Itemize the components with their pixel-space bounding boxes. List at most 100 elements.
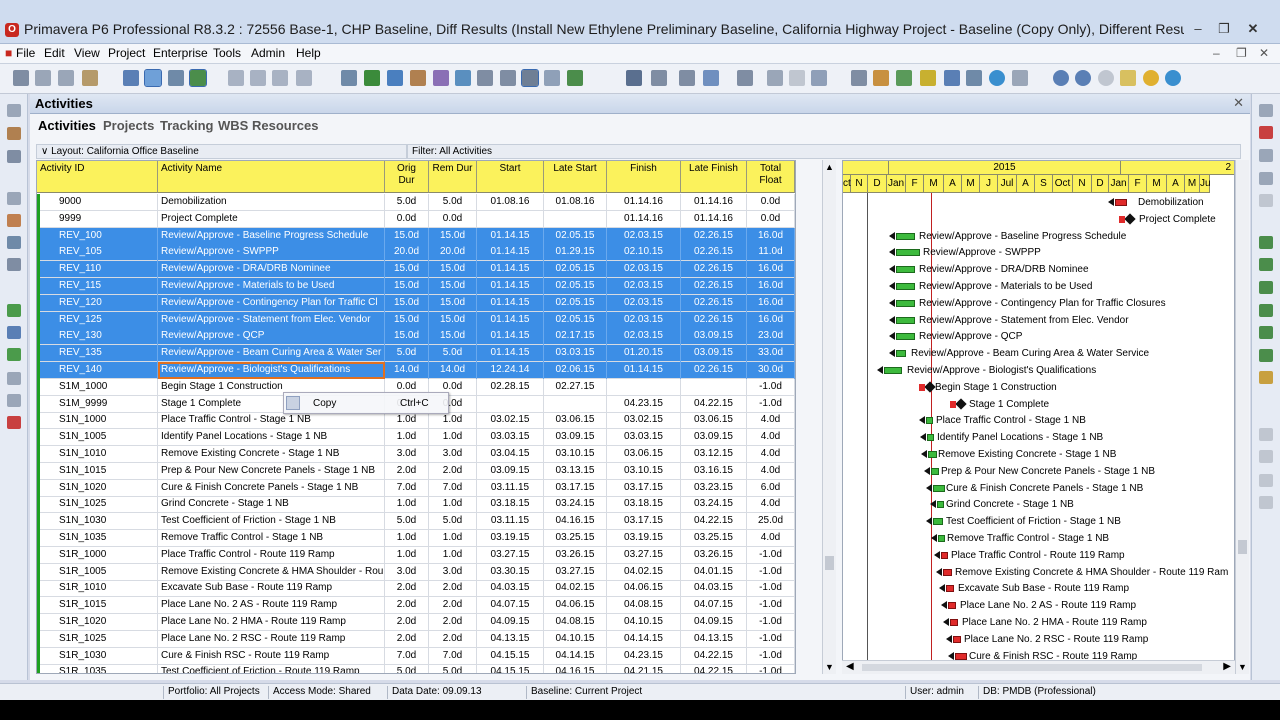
- filter-icon[interactable]: [703, 70, 719, 86]
- gantt-bar[interactable]: [1115, 199, 1127, 206]
- cell-activity-name[interactable]: Place Lane No. 2 HMA - Route 119 Ramp: [158, 614, 385, 631]
- cell-finish[interactable]: 01.20.15: [607, 345, 681, 363]
- cell-late-finish[interactable]: 03.24.15: [681, 496, 747, 514]
- cell-start[interactable]: 03.30.15: [477, 563, 544, 581]
- cell-activity-name[interactable]: Test Coefficient of Friction - Route 119…: [158, 664, 385, 673]
- scroll-thumb[interactable]: [825, 556, 834, 570]
- menu-enterprise[interactable]: Enterprise: [153, 46, 208, 60]
- cell-late-finish[interactable]: 03.12.15: [681, 446, 747, 463]
- table-row[interactable]: S1R_1020 Place Lane No. 2 HMA - Route 119…: [37, 614, 795, 631]
- gantt-hscroll-thumb[interactable]: [862, 664, 1202, 671]
- gantt-bar[interactable]: [928, 451, 937, 458]
- cell-rem-dur[interactable]: 14.0d: [429, 362, 477, 379]
- cell-total-float[interactable]: -1.0d: [747, 614, 795, 631]
- cell-late-finish[interactable]: 03.26.15: [681, 546, 747, 564]
- cell-finish[interactable]: 01.14.16: [607, 210, 681, 228]
- cell-orig-dur[interactable]: 2.0d: [385, 462, 429, 480]
- cell-finish[interactable]: 04.23.15: [607, 395, 681, 413]
- cell-late-finish[interactable]: 02.26.15: [681, 362, 747, 379]
- cell-activity-id[interactable]: S1N_1030: [37, 513, 158, 531]
- cell-orig-dur[interactable]: 1.0d: [385, 412, 429, 430]
- filter-toggle-icon[interactable]: [521, 69, 539, 87]
- cell-late-start[interactable]: 02.06.15: [544, 362, 607, 379]
- copy-icon[interactable]: [1259, 172, 1273, 185]
- cell-total-float[interactable]: 4.0d: [747, 412, 795, 430]
- cell-activity-id[interactable]: S1R_1010: [37, 580, 158, 598]
- cell-late-start[interactable]: 04.06.15: [544, 597, 607, 615]
- table-row[interactable]: S1R_1000 Place Traffic Control - Route 11…: [37, 546, 795, 564]
- cell-total-float[interactable]: 30.0d: [747, 362, 795, 379]
- cell-rem-dur[interactable]: 1.0d: [429, 546, 477, 564]
- cell-rem-dur[interactable]: 1.0d: [429, 530, 477, 547]
- cell-finish[interactable]: 04.08.15: [607, 597, 681, 615]
- gantt-bar[interactable]: [896, 333, 915, 341]
- cell-activity-name[interactable]: Demobilization: [158, 194, 385, 211]
- cell-activity-id[interactable]: S1R_1025: [37, 630, 158, 648]
- expand-icon[interactable]: [811, 70, 827, 86]
- cell-finish[interactable]: 03.10.15: [607, 462, 681, 480]
- cell-total-float[interactable]: 23.0d: [747, 328, 795, 346]
- cell-start[interactable]: 01.14.15: [477, 278, 544, 295]
- cell-start[interactable]: 03.04.15: [477, 446, 544, 463]
- spreadsheet-icon[interactable]: [851, 70, 867, 86]
- cell-total-float[interactable]: 25.0d: [747, 513, 795, 531]
- gantt-bar[interactable]: [941, 551, 948, 559]
- cell-activity-id[interactable]: S1R_1020: [37, 614, 158, 631]
- cell-activity-id[interactable]: S1M_1000: [37, 378, 158, 396]
- cell-finish[interactable]: 02.03.15: [607, 261, 681, 279]
- cell-total-float[interactable]: -1.0d: [747, 378, 795, 396]
- page-setup-icon[interactable]: [58, 70, 74, 86]
- update-progress-icon[interactable]: [966, 70, 982, 86]
- cell-total-float[interactable]: 4.0d: [747, 429, 795, 447]
- cell-late-finish[interactable]: 01.14.16: [681, 210, 747, 228]
- cell-rem-dur[interactable]: 5.0d: [429, 194, 477, 211]
- cell-rem-dur[interactable]: 2.0d: [429, 597, 477, 615]
- open-folder-icon[interactable]: [7, 127, 21, 140]
- cell-orig-dur[interactable]: 5.0d: [385, 664, 429, 673]
- cell-late-start[interactable]: 04.16.15: [544, 664, 607, 673]
- cell-orig-dur[interactable]: 2.0d: [385, 597, 429, 615]
- cell-rem-dur[interactable]: 2.0d: [429, 462, 477, 480]
- cell-finish[interactable]: 04.14.15: [607, 630, 681, 648]
- print-preview-icon[interactable]: [35, 70, 51, 86]
- move-up-icon[interactable]: [1259, 428, 1273, 441]
- cell-late-start[interactable]: 04.16.15: [544, 513, 607, 531]
- cell-start[interactable]: 03.02.15: [477, 412, 544, 430]
- cell-orig-dur[interactable]: 2.0d: [385, 614, 429, 631]
- cell-activity-id[interactable]: S1M_9999: [37, 395, 158, 413]
- cell-finish[interactable]: 04.02.15: [607, 563, 681, 581]
- assign-icon[interactable]: [387, 70, 403, 86]
- scroll-left-icon[interactable]: ◀: [846, 661, 854, 672]
- cell-late-start[interactable]: 04.10.15: [544, 630, 607, 648]
- menu-edit[interactable]: Edit: [44, 46, 65, 60]
- cell-activity-id[interactable]: S1N_1015: [37, 462, 158, 480]
- cell-late-finish[interactable]: 04.13.15: [681, 630, 747, 648]
- cell-start[interactable]: 03.03.15: [477, 429, 544, 447]
- table-row[interactable]: S1N_1025 Grind Concrete - Stage 1 NB 1.0d 1…: [37, 496, 795, 514]
- cell-activity-id[interactable]: S1N_1020: [37, 479, 158, 497]
- gantt-bar[interactable]: [946, 585, 954, 593]
- cell-orig-dur[interactable]: 5.0d: [385, 194, 429, 211]
- help-icon[interactable]: [1143, 70, 1159, 86]
- cell-start[interactable]: 04.15.15: [477, 647, 544, 665]
- cell-activity-name[interactable]: Review/Approve - QCP: [158, 328, 385, 346]
- tab-activities[interactable]: Activities: [38, 118, 96, 133]
- cell-start[interactable]: 01.14.15: [477, 311, 544, 329]
- cell-total-float[interactable]: -1.0d: [747, 395, 795, 413]
- cell-activity-id[interactable]: S1R_1030: [37, 647, 158, 665]
- cell-late-finish[interactable]: 04.22.15: [681, 664, 747, 673]
- gantt-bar[interactable]: [926, 417, 933, 425]
- bars-icon[interactable]: [679, 70, 695, 86]
- cell-activity-name[interactable]: Remove Existing Concrete & HMA Shoulder …: [158, 563, 385, 581]
- cell-orig-dur[interactable]: 1.0d: [385, 496, 429, 514]
- col-late-finish[interactable]: Late Finish: [681, 161, 747, 193]
- cell-finish[interactable]: 01.14.15: [607, 362, 681, 379]
- cell-total-float[interactable]: 4.0d: [747, 446, 795, 463]
- cell-late-finish[interactable]: 03.06.15: [681, 412, 747, 430]
- cell-activity-id[interactable]: REV_105: [37, 244, 158, 262]
- cell-activity-name[interactable]: Place Traffic Control - Route 119 Ramp: [158, 546, 385, 564]
- zoom-reset-icon[interactable]: [1098, 70, 1114, 86]
- menu-help[interactable]: Help: [296, 46, 321, 60]
- menu-restore-icon[interactable]: ❐: [1236, 46, 1247, 60]
- tab-projects[interactable]: Projects: [103, 118, 154, 133]
